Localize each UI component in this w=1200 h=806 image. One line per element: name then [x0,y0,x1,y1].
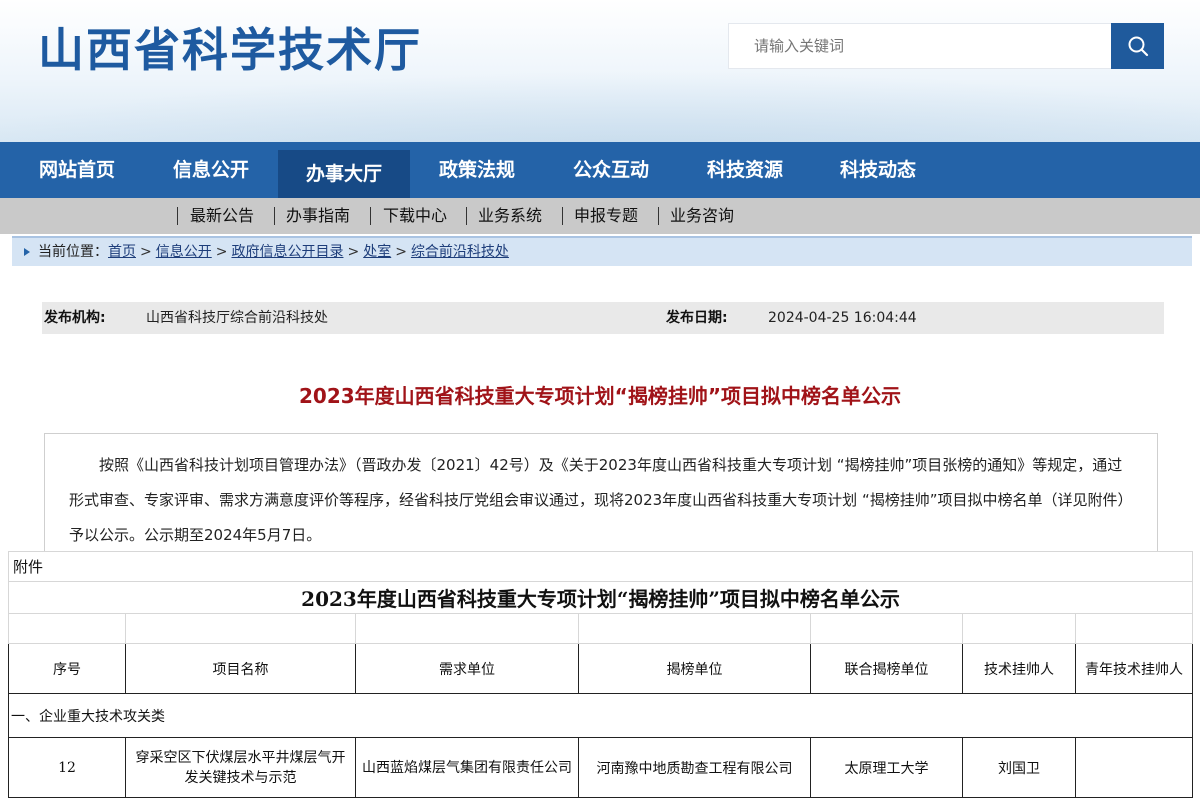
nav-interaction[interactable]: 公众互动 [550,142,672,198]
breadcrumb-separator: > [395,244,407,260]
sub-nav-consult[interactable]: 业务咨询 [670,198,734,234]
table-row: 12 穿采空区下伏煤层水平井煤层气开发关键技术与示范 山西蓝焰煤层气集团有限责任… [8,737,1193,798]
search-button[interactable] [1111,23,1164,69]
cell-project: 穿采空区下伏煤层水平井煤层气开发关键技术与示范 [135,749,346,786]
sub-nav-divider [658,207,659,225]
sub-nav-latest-notice[interactable]: 最新公告 [190,198,254,234]
meta-bar: 发布机构: 山西省科技厅综合前沿科技处 发布日期: 2024-04-25 16:… [42,302,1164,334]
cell-winner-unit: 河南豫中地质勘查工程有限公司 [578,737,811,798]
publisher-value: 山西省科技厅综合前沿科技处 [146,310,328,326]
breadcrumb-separator: > [215,244,228,260]
nav-news[interactable]: 科技动态 [817,142,939,198]
nav-resources[interactable]: 科技资源 [684,142,806,198]
sub-nav-divider [562,207,563,225]
sub-nav-business-system[interactable]: 业务系统 [478,198,542,234]
breadcrumb-frontier-dept[interactable]: 综合前沿科技处 [411,244,509,260]
cell-joint-unit: 太原理工大学 [810,737,963,798]
nav-home[interactable]: 网站首页 [16,142,138,198]
header-background-wave [0,70,1200,142]
publisher-label: 发布机构: [44,310,106,326]
column-header-project: 项目名称 [125,643,356,694]
breadcrumb-separator: > [140,244,152,260]
sub-nav-download[interactable]: 下载中心 [383,198,447,234]
date-label: 发布日期: [666,310,728,326]
column-header-demand-unit: 需求单位 [355,643,579,694]
breadcrumb-gov-catalog[interactable]: 政府信息公开目录 [231,244,343,260]
sub-nav-divider [370,207,371,225]
nav-info-public[interactable]: 信息公开 [150,142,272,198]
attachment-title: 2023年度山西省科技重大专项计划“揭榜挂帅”项目拟中榜名单公示 [8,581,1193,614]
breadcrumb: 当前位置：首页 > 信息公开 > 政府信息公开目录 > 处室 > 综合前沿科技处 [12,236,1192,266]
breadcrumb-info-public[interactable]: 信息公开 [156,244,212,260]
breadcrumb-separator: > [347,244,360,260]
sub-nav-divider [177,207,178,225]
category-row: 一、企业重大技术攻关类 [8,693,1193,738]
column-header-joint-unit: 联合揭榜单位 [810,643,963,694]
sub-nav-divider [466,207,467,225]
article-title: 2023年度山西省科技重大专项计划“揭榜挂帅”项目拟中榜名单公示 [299,384,901,408]
column-header-young-leader: 青年技术挂帅人 [1075,643,1193,694]
attachment-label: 附件 [8,551,1193,582]
sub-nav-application[interactable]: 申报专题 [574,198,638,234]
search-input[interactable] [728,23,1112,69]
nav-policy[interactable]: 政策法规 [416,142,538,198]
cell-young-leader [1075,737,1193,798]
cell-tech-leader: 刘国卫 [962,737,1076,798]
breadcrumb-home[interactable]: 首页 [108,244,136,260]
attachment-table: 附件 2023年度山西省科技重大专项计划“揭榜挂帅”项目拟中榜名单公示 序号 项… [8,551,1193,798]
date-value: 2024-04-25 16:04:44 [768,310,917,326]
article-body: 按照《山西省科技计划项目管理办法》（晋政办发〔2021〕42号）及《关于2023… [44,433,1158,555]
cell-no: 12 [8,737,126,798]
sub-nav-guide[interactable]: 办事指南 [286,198,350,234]
breadcrumb-arrow-icon [24,248,30,256]
breadcrumb-departments[interactable]: 处室 [363,244,391,260]
column-header-tech-leader: 技术挂帅人 [962,643,1076,694]
cell-demand-unit: 山西蓝焰煤层气集团有限责任公司 [362,759,572,776]
nav-service-hall[interactable]: 办事大厅 [278,150,410,198]
column-header-winner-unit: 揭榜单位 [578,643,811,694]
sub-nav: 最新公告 办事指南 下载中心 业务系统 申报专题 业务咨询 [0,198,1200,234]
sub-nav-divider [274,207,275,225]
site-header: 山西省科学技术厅 [0,0,1200,142]
column-header-no: 序号 [8,643,126,694]
main-nav: 网站首页 信息公开 办事大厅 政策法规 公众互动 科技资源 科技动态 [0,142,1200,198]
attachment-image: 附件 2023年度山西省科技重大专项计划“揭榜挂帅”项目拟中榜名单公示 序号 项… [0,551,1200,806]
breadcrumb-label: 当前位置： [38,244,108,260]
site-title[interactable]: 山西省科学技术厅 [38,14,422,80]
search-icon [1128,36,1148,57]
